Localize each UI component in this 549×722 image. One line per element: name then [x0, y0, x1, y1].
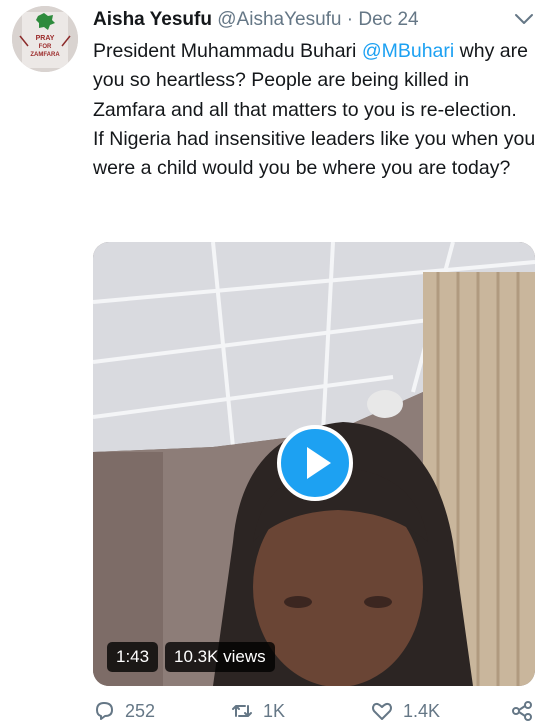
reply-icon [96, 702, 113, 720]
tweet-header: Aisha Yesufu @AishaYesufu · Dec 24 [93, 7, 513, 35]
avatar-text-1: PRAY [36, 35, 55, 42]
tweet-text-part1: President Muhammadu Buhari [93, 40, 362, 62]
avatar-text-3: ZAMFARA [30, 52, 60, 58]
tweet-text: President Muhammadu Buhari @MBuhari why … [93, 37, 541, 183]
avatar[interactable]: PRAY FOR ZAMFARA [12, 6, 78, 72]
mention-link[interactable]: @MBuhari [362, 40, 454, 62]
retweet-button[interactable]: 1K [231, 700, 285, 722]
avatar-text-2: FOR [39, 44, 52, 50]
like-icon [372, 702, 392, 720]
tweet-date[interactable]: Dec 24 [358, 9, 418, 30]
avatar-image: PRAY FOR ZAMFARA [12, 6, 78, 72]
like-button[interactable]: 1.4K [371, 700, 440, 722]
reply-button[interactable]: 252 [93, 700, 155, 722]
tweet-paragraph-1: President Muhammadu Buhari @MBuhari why … [93, 37, 541, 125]
like-count: 1.4K [403, 700, 441, 721]
tweet-paragraph-2: If Nigeria had insensitive leaders like … [93, 127, 541, 180]
retweet-icon [232, 705, 252, 717]
separator-dot: · [346, 9, 354, 30]
retweet-count: 1K [263, 700, 286, 721]
chevron-down-icon[interactable] [513, 10, 535, 28]
share-icon [512, 701, 532, 721]
share-button[interactable] [511, 700, 543, 722]
play-icon[interactable] [277, 425, 353, 501]
author-name[interactable]: Aisha Yesufu [93, 9, 212, 30]
video-duration: 1:43 [107, 642, 159, 672]
video-views: 10.3K views [165, 642, 275, 672]
action-bar: 252 1K 1.4K [93, 700, 543, 722]
author-handle[interactable]: @AishaYesufu [217, 9, 341, 30]
reply-count: 252 [125, 700, 156, 721]
